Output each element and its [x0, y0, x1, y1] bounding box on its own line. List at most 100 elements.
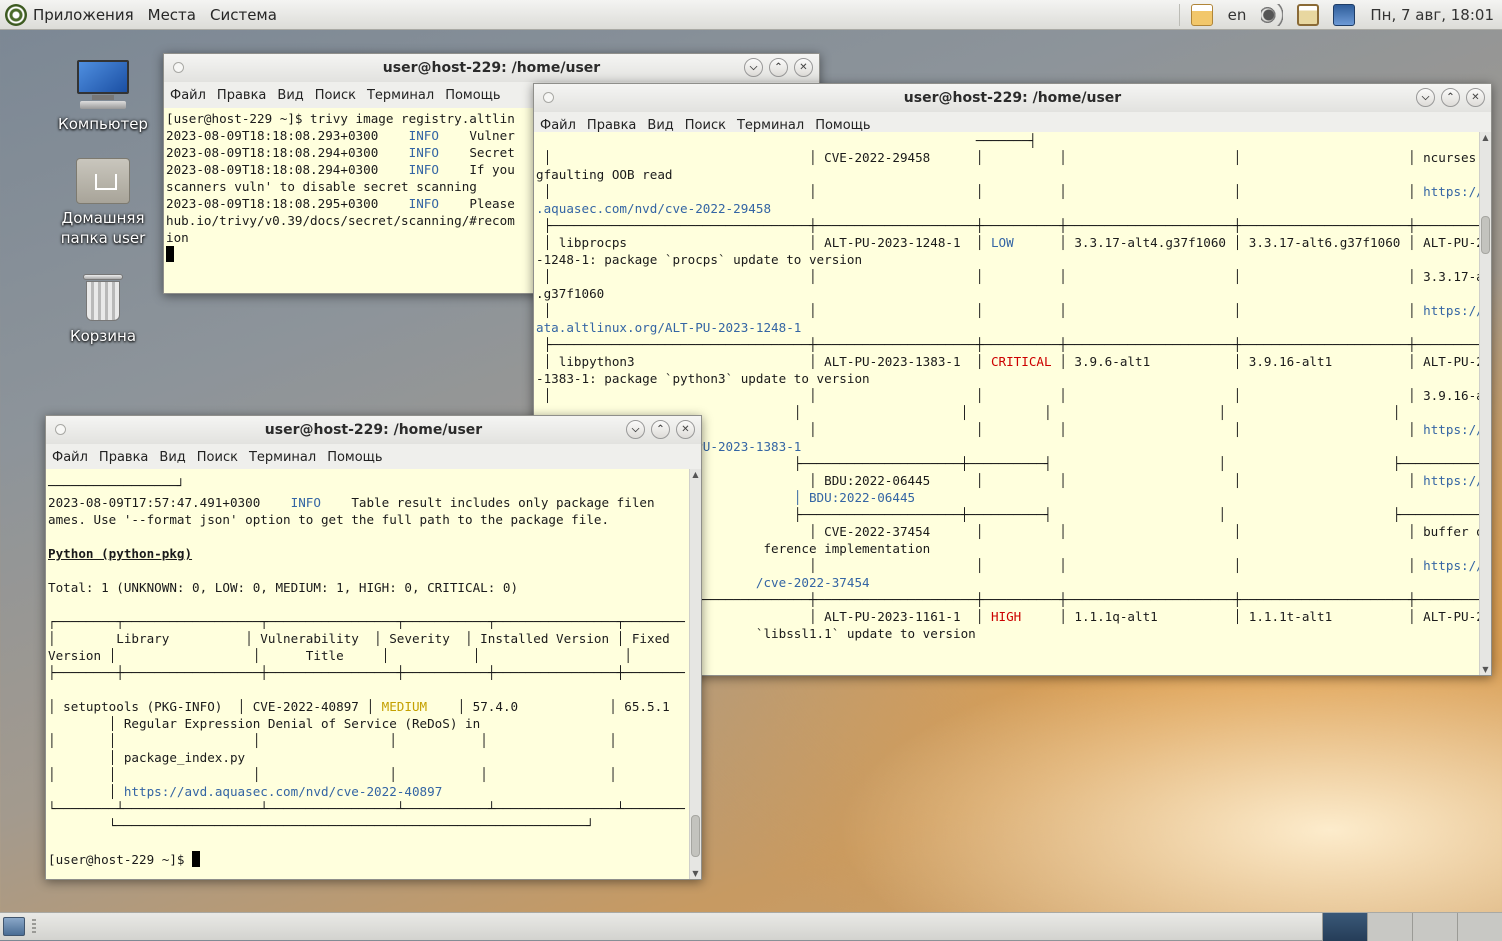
show-desktop-icon[interactable] [3, 917, 25, 936]
terminal-line: └────────┴──────────────────┴───────────… [48, 800, 689, 817]
minimize-icon[interactable]: ⌵ [1416, 88, 1435, 107]
menu-search[interactable]: Поиск [685, 118, 726, 133]
terminal-link[interactable]: .aquasec.com/nvd/cve-2022-29458 [536, 201, 771, 216]
minimize-icon[interactable]: ⌵ [626, 420, 645, 439]
menu-view[interactable]: Вид [277, 88, 303, 103]
terminal-text: │ │ CVE-2022-29458 │ │ │ │ ncurses: se [536, 150, 1479, 165]
workspace-switcher [1322, 913, 1502, 941]
terminal-text: │ │ │ │ │ │ [48, 767, 617, 782]
menu-places[interactable]: Места [148, 6, 196, 24]
terminal-line: -1248-1: package `procps` update to vers… [536, 251, 1479, 268]
terminal-line: 2023-08-09T17:57:47.491+0300 INFO Table … [48, 494, 689, 511]
menu-view[interactable]: Вид [647, 118, 673, 133]
close-icon[interactable]: ✕ [1466, 88, 1485, 107]
window-titlebar[interactable]: user@host-229: /home/user ⌵ ⌃ ✕ [534, 84, 1491, 112]
terminal-line: │ setuptools (PKG-INFO) │ CVE-2022-40897… [48, 698, 689, 715]
terminal-link[interactable]: https://avd [1423, 558, 1479, 573]
menu-file[interactable]: Файл [540, 118, 576, 133]
network-icon[interactable] [1333, 4, 1356, 26]
clipboard-icon[interactable] [1297, 4, 1320, 26]
desktop-icon-home[interactable]: Домашняя папка user [28, 158, 178, 248]
menu-view[interactable]: Вид [159, 450, 185, 465]
menu-terminal[interactable]: Терминал [737, 118, 804, 133]
terminal-text: │ libpython3 │ ALT-PU-2023-1383-1 │ [536, 354, 991, 369]
workspace-2[interactable] [1367, 913, 1412, 941]
maximize-icon[interactable]: ⌃ [769, 58, 788, 77]
menu-help[interactable]: Помощь [445, 88, 500, 103]
terminal-text: │ │ │ │ │ │ [48, 733, 617, 748]
minimize-icon[interactable]: ⌵ [744, 58, 763, 77]
terminal-link[interactable]: ata.altlinux.org/ALT-PU-2023-1248-1 [536, 320, 801, 335]
menu-edit[interactable]: Правка [217, 88, 266, 103]
terminal-text: │ 3.3.17-alt4.g37f1060 │ 3.3.17-alt6.g37… [1013, 235, 1479, 250]
terminal-text: [user@host-229 ~]$ trivy image registry.… [166, 111, 515, 126]
maximize-icon[interactable]: ⌃ [1441, 88, 1460, 107]
terminal-line: -1383-1: package `python3` update to ver… [536, 370, 1479, 387]
menu-file[interactable]: Файл [170, 88, 206, 103]
volume-icon[interactable] [1261, 4, 1284, 26]
scroll-down-icon[interactable]: ▼ [690, 869, 701, 879]
menu-system[interactable]: Система [210, 6, 277, 24]
menu-file[interactable]: Файл [52, 450, 88, 465]
menu-help[interactable]: Помощь [327, 450, 382, 465]
terminal-line: │ libprocps │ ALT-PU-2023-1248-1 │ LOW │… [536, 234, 1479, 251]
menu-search[interactable]: Поиск [197, 450, 238, 465]
menu-applications[interactable]: Приложения [33, 6, 134, 24]
menu-edit[interactable]: Правка [99, 450, 148, 465]
terminal-window-3[interactable]: user@host-229: /home/user ⌵ ⌃ ✕ Файл Пра… [45, 415, 702, 880]
terminal-line: │ Regular Expression Denial of Service (… [48, 715, 689, 732]
bottom-panel [0, 912, 1502, 941]
close-icon[interactable]: ✕ [676, 420, 695, 439]
terminal-line: Python (python-pkg) [48, 545, 689, 562]
terminal-line: │ │ │ │ │ │ [48, 766, 689, 783]
vertical-scrollbar[interactable]: ▲ ▼ [689, 469, 701, 879]
terminal-text: │ 57.4.0 │ 65.5.1 [427, 699, 670, 714]
desktop-icon-label: Корзина [69, 327, 137, 345]
scroll-thumb[interactable] [1481, 216, 1490, 254]
terminal-text: Table result includes only package filen [320, 495, 655, 510]
window-titlebar[interactable]: user@host-229: /home/user ⌵ ⌃ ✕ [46, 416, 701, 444]
desktop-icon-computer[interactable]: Компьютер [28, 58, 178, 134]
menu-terminal[interactable]: Терминал [367, 88, 434, 103]
clock[interactable]: Пн, 7 авг, 18:01 [1370, 6, 1494, 24]
vertical-scrollbar[interactable]: ▲ ▼ [1479, 132, 1491, 675]
scroll-thumb[interactable] [691, 815, 700, 857]
terminal-text: └────────┴──────────────────┴───────────… [48, 801, 685, 816]
terminal-link[interactable]: https://err [1423, 422, 1479, 437]
menu-terminal[interactable]: Терминал [249, 450, 316, 465]
terminal-text: 2023-08-09T18:18:08.294+0300 [166, 162, 409, 177]
desktop-icon-trash[interactable]: Корзина [28, 272, 178, 346]
terminal-link[interactable]: https://bdu [1423, 473, 1479, 488]
terminal-link[interactable]: https://err [1423, 303, 1479, 318]
terminal-line: [user@host-229 ~]$ [48, 851, 689, 868]
scroll-up-icon[interactable]: ▲ [1480, 133, 1491, 143]
terminal-line: │ │ │ │ │ │ https://err [536, 302, 1479, 319]
menu-help[interactable]: Помощь [815, 118, 870, 133]
terminal-text: │ package_index.py [48, 750, 246, 765]
workspace-3[interactable] [1412, 913, 1457, 941]
keyboard-layout-indicator[interactable]: en [1228, 6, 1247, 24]
window-menu-icon[interactable] [55, 424, 66, 435]
close-icon[interactable]: ✕ [794, 58, 813, 77]
window-menu-icon[interactable] [173, 62, 184, 73]
panel-handle [32, 919, 36, 935]
terminal-line: ┌────────┬──────────────────┬───────────… [48, 613, 689, 630]
menu-search[interactable]: Поиск [315, 88, 356, 103]
window-titlebar[interactable]: user@host-229: /home/user ⌵ ⌃ ✕ [164, 54, 819, 82]
terminal-link[interactable]: https://avd [1423, 184, 1479, 199]
notes-icon[interactable] [1190, 4, 1213, 26]
terminal-link[interactable]: https://avd.aquasec.com/nvd/cve-2022-408… [124, 784, 442, 799]
workspace-4[interactable] [1457, 913, 1502, 941]
scroll-down-icon[interactable]: ▼ [1480, 665, 1491, 675]
terminal-text: Vulner [438, 128, 515, 143]
scroll-up-icon[interactable]: ▲ [690, 470, 701, 480]
terminal-area[interactable]: ─────────────────┘ 2023-08-09T17:57:47.49… [46, 469, 689, 879]
workspace-1[interactable] [1322, 913, 1367, 941]
terminal-line: .aquasec.com/nvd/cve-2022-29458 [536, 200, 1479, 217]
maximize-icon[interactable]: ⌃ [651, 420, 670, 439]
main-menu-logo-icon[interactable] [5, 3, 27, 26]
menu-edit[interactable]: Правка [587, 118, 636, 133]
window-menu-icon[interactable] [543, 92, 554, 103]
terminal-line: ├──────────────────────────────────┼────… [536, 217, 1479, 234]
